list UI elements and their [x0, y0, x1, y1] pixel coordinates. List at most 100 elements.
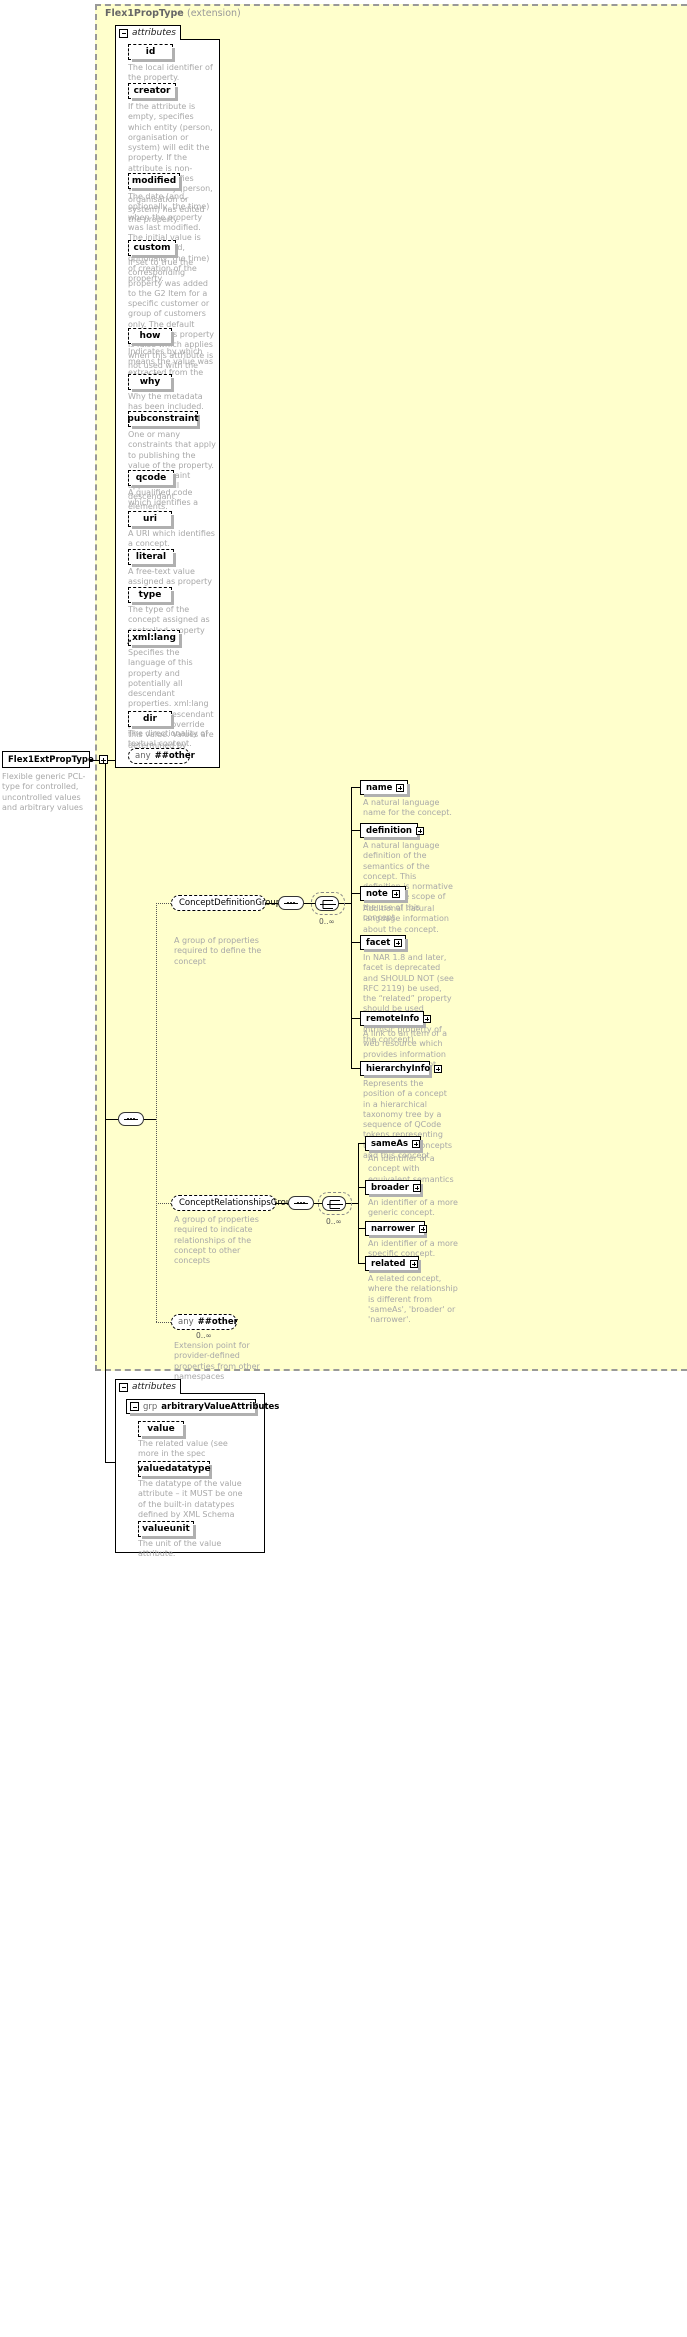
expand-plus-icon[interactable]	[415, 826, 424, 835]
element-chip-sameas[interactable]: sameAs	[365, 1136, 423, 1153]
attribute-chip-valuedatatype[interactable]: valuedatatype	[137, 1461, 212, 1479]
root-type-name: Flex1ExtPropType	[8, 754, 94, 765]
element-chip-related[interactable]: related	[365, 1256, 421, 1273]
element-desc-note: Additional natural language information …	[363, 904, 449, 934]
element-name: hierarchyInfo	[366, 1063, 431, 1074]
content-any-chip[interactable]: any ##other	[171, 1314, 238, 1330]
attribute-desc-dir: The directionality of textual content.	[128, 729, 208, 749]
extension-type-name: Flex1PropType	[105, 8, 184, 19]
element-name: note	[366, 888, 388, 899]
attribute-chip-xmllang[interactable]: xml:lang	[128, 630, 182, 648]
expand-plus-icon[interactable]	[98, 755, 108, 764]
sequence-node-crg[interactable]	[288, 1196, 314, 1210]
connector-crg-child-narrower	[358, 1228, 365, 1229]
attribute-name: pubconstraint	[127, 414, 199, 424]
element-desc-broader: An identifier of a more generic concept.	[368, 1198, 458, 1218]
choice-node-crg[interactable]	[322, 1196, 346, 1211]
group-chip-conceptdefinitiongroup[interactable]: ConceptDefinitionGroup	[171, 895, 295, 911]
attribute-name: creator	[133, 86, 171, 96]
expand-plus-icon[interactable]	[434, 1064, 443, 1073]
any-keyword: any	[135, 751, 151, 761]
attribute-name: valueunit	[142, 1524, 190, 1534]
attributes-compartment-tab[interactable]: attributes	[115, 25, 181, 40]
expand-plus-icon[interactable]	[412, 1183, 421, 1192]
group-label: ConceptDefinitionGroup	[179, 898, 282, 908]
attribute-chip-why[interactable]: why	[128, 374, 174, 392]
expand-plus-icon[interactable]	[418, 1224, 427, 1233]
attribute-name: valuedatatype	[137, 1464, 211, 1474]
root-type-box-flex1extproptype[interactable]: Flex1ExtPropType	[2, 751, 108, 768]
attribute-chip-custom[interactable]: custom	[128, 240, 178, 258]
attribute-desc-why: Why the metadata has been included.	[128, 392, 204, 412]
connector-cdg-child-remoteinfo	[351, 1018, 360, 1019]
element-chip-name[interactable]: name	[360, 780, 410, 797]
attribute-name: qcode	[135, 473, 167, 483]
element-name: remoteInfo	[366, 1013, 420, 1024]
cardinality-label-cdg: 0..∞	[319, 917, 335, 926]
attribute-chip-literal[interactable]: literal	[128, 549, 176, 567]
any-keyword: any	[178, 1317, 194, 1327]
expand-plus-icon[interactable]	[409, 1259, 418, 1268]
attribute-name: xml:lang	[132, 633, 176, 643]
choice-node-cdg[interactable]	[315, 896, 339, 911]
attribute-chip-pubconstraint[interactable]: pubconstraint	[127, 411, 200, 429]
attribute-chip-valueunit[interactable]: valueunit	[138, 1521, 196, 1539]
element-chip-facet[interactable]: facet	[360, 935, 408, 952]
attribute-chip-type[interactable]: type	[128, 587, 174, 605]
attribute-desc-uri: A URI which identifies a concept.	[128, 529, 215, 549]
attribute-chip-modified[interactable]: modified	[128, 173, 182, 191]
element-chip-hierarchyinfo[interactable]: hierarchyInfo	[360, 1061, 443, 1078]
element-name: definition	[366, 825, 412, 836]
element-chip-remoteinfo[interactable]: remoteInfo	[360, 1011, 432, 1028]
attribute-chip-how[interactable]: how	[128, 328, 174, 346]
bottom-attributes-compartment-tab[interactable]: attributes	[115, 1379, 181, 1394]
sequence-node-root[interactable]	[118, 1112, 144, 1126]
any-attribute-chip[interactable]: any ##other	[128, 748, 195, 764]
group-desc-conceptdefinitiongroup: A group of properties required to define…	[174, 936, 262, 966]
attribute-group-chip-arbitraryvalueattributes[interactable]: grp arbitraryValueAttributes	[126, 1399, 279, 1416]
cardinality-label-crg: 0..∞	[326, 1217, 342, 1226]
group-chip-conceptrelationshipsgroup[interactable]: ConceptRelationshipsGroup	[171, 1195, 310, 1211]
expand-plus-icon[interactable]	[423, 1014, 432, 1023]
expand-plus-icon[interactable]	[396, 783, 405, 792]
attribute-chip-id[interactable]: id	[128, 44, 175, 62]
collapse-minus-icon[interactable]	[119, 1382, 128, 1392]
expand-plus-icon[interactable]	[391, 889, 400, 898]
element-chip-narrower[interactable]: narrower	[365, 1221, 427, 1238]
connector-cdg-child-name	[351, 787, 360, 788]
choice-icon	[327, 1200, 343, 1209]
expand-plus-icon[interactable]	[412, 1139, 421, 1148]
any-namespace: ##other	[154, 751, 195, 761]
expand-plus-icon[interactable]	[394, 938, 403, 947]
attribute-chip-value[interactable]: value	[138, 1421, 186, 1439]
attribute-chip-dir[interactable]: dir	[128, 711, 174, 729]
element-chip-note[interactable]: note	[360, 886, 408, 903]
connector-cdg-child-definition	[351, 830, 360, 831]
connector-to-conceptdefinitiongroup	[156, 903, 171, 904]
collapse-minus-icon[interactable]	[130, 1402, 139, 1411]
element-chip-definition[interactable]: definition	[360, 823, 424, 840]
attribute-chip-qcode[interactable]: qcode	[128, 470, 176, 488]
element-name: facet	[366, 937, 391, 948]
element-name: name	[366, 782, 393, 793]
collapse-minus-icon[interactable]	[119, 28, 128, 38]
attribute-name: id	[145, 47, 156, 57]
attribute-name: type	[138, 590, 162, 600]
group-desc-conceptrelationshipsgroup: A group of properties required to indica…	[174, 1215, 259, 1266]
attribute-name: how	[139, 331, 161, 341]
attribute-name: why	[139, 377, 161, 387]
connector-crg-child-related	[358, 1263, 365, 1264]
attribute-chip-uri[interactable]: uri	[128, 511, 174, 529]
schema-diagram-canvas: Flex1PropType (extension) attributes id …	[0, 0, 687, 2337]
sequence-node-cdg[interactable]	[278, 896, 304, 910]
attribute-group-name: arbitraryValueAttributes	[161, 1401, 280, 1412]
element-chip-broader[interactable]: broader	[365, 1180, 423, 1197]
connector-cdg-child-facet	[351, 942, 360, 943]
attributes-label: attributes	[132, 28, 176, 38]
connector-to-conceptrelationshipsgroup	[156, 1203, 171, 1204]
connector-crg-child-broader	[358, 1187, 365, 1188]
attribute-name: uri	[143, 514, 157, 524]
element-name: broader	[371, 1182, 409, 1193]
attribute-chip-creator[interactable]: creator	[128, 83, 178, 101]
element-name: related	[371, 1258, 406, 1269]
